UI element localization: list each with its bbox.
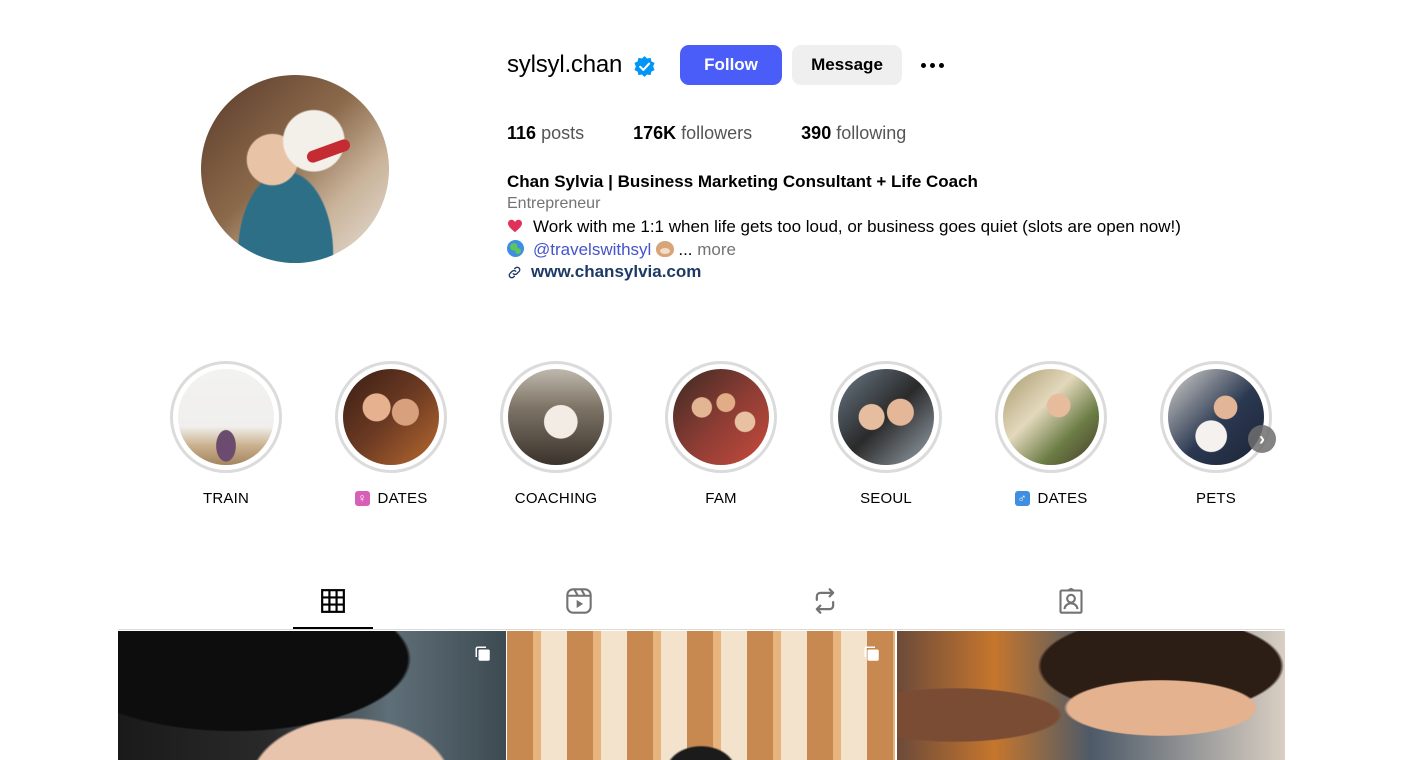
heart-emoji-icon bbox=[508, 219, 522, 233]
highlight-ring bbox=[665, 361, 777, 473]
highlight-cover bbox=[178, 369, 274, 465]
posts-count: 116 bbox=[507, 123, 537, 143]
highlight-seoul[interactable]: SEOUL bbox=[830, 361, 942, 507]
post-thumbnail[interactable] bbox=[507, 631, 895, 760]
bio-full-name: Chan Sylvia | Business Marketing Consult… bbox=[507, 172, 978, 191]
highlight-ring bbox=[500, 361, 612, 473]
post-thumbnail[interactable] bbox=[897, 631, 1285, 760]
bio-line: Work with me 1:1 when life gets too loud… bbox=[507, 217, 1181, 237]
highlight-label-text: TRAIN bbox=[203, 490, 249, 507]
highlight-ring bbox=[1160, 361, 1272, 473]
profile-username: sylsyl.chan bbox=[507, 51, 623, 78]
highlight-dates-male[interactable]: ♂ DATES bbox=[995, 361, 1107, 507]
tab-tagged[interactable] bbox=[1056, 586, 1086, 616]
highlight-label-text: DATES bbox=[377, 490, 428, 507]
highlight-label: FAM bbox=[665, 490, 777, 507]
highlight-cover bbox=[508, 369, 604, 465]
followers-stat[interactable]: 176K followers bbox=[633, 123, 752, 144]
bio-line-mention: @travelswithsyl... more bbox=[507, 240, 736, 260]
highlight-label-text: FAM bbox=[705, 490, 737, 507]
highlight-label: SEOUL bbox=[830, 490, 942, 507]
profile-stats: 116 posts 176K followers 390 following bbox=[507, 123, 955, 144]
highlight-cover bbox=[1168, 369, 1264, 465]
highlight-cover bbox=[343, 369, 439, 465]
bio-mention-link[interactable]: @travelswithsyl bbox=[533, 240, 651, 259]
highlight-cover bbox=[1003, 369, 1099, 465]
highlight-label-text: SEOUL bbox=[860, 490, 912, 507]
more-options-icon[interactable] bbox=[914, 52, 950, 78]
tabs-divider bbox=[118, 629, 1285, 630]
reposts-icon bbox=[815, 588, 835, 614]
highlight-ring bbox=[830, 361, 942, 473]
highlight-label: PETS bbox=[1160, 490, 1272, 507]
highlight-label: ♀ DATES bbox=[335, 490, 447, 507]
highlight-coaching[interactable]: COACHING bbox=[500, 361, 612, 507]
female-sign-icon: ♀ bbox=[354, 491, 370, 506]
highlight-cover bbox=[673, 369, 769, 465]
highlights-next-arrow-icon[interactable]: › bbox=[1248, 425, 1276, 453]
highlight-cover bbox=[838, 369, 934, 465]
followers-count: 176K bbox=[633, 123, 677, 143]
carousel-icon bbox=[864, 646, 879, 661]
highlight-fam[interactable]: FAM bbox=[665, 361, 777, 507]
tab-reposts[interactable] bbox=[810, 586, 840, 616]
male-sign-icon: ♂ bbox=[1014, 491, 1030, 506]
dot bbox=[929, 62, 935, 68]
highlight-dates-female[interactable]: ♀ DATES bbox=[335, 361, 447, 507]
highlight-label-text: PETS bbox=[1196, 490, 1236, 507]
bio-category: Entrepreneur bbox=[507, 195, 601, 212]
highlight-ring bbox=[335, 361, 447, 473]
dog-emoji-icon bbox=[656, 241, 675, 257]
globe-emoji-icon bbox=[507, 240, 524, 257]
post-thumbnail[interactable] bbox=[118, 631, 506, 760]
highlight-label-text: DATES bbox=[1037, 490, 1088, 507]
dot bbox=[938, 62, 944, 68]
tagged-icon bbox=[1059, 587, 1083, 614]
following-count: 390 bbox=[801, 123, 832, 143]
highlight-label: ♂ DATES bbox=[995, 490, 1107, 507]
tab-posts-grid[interactable] bbox=[318, 586, 348, 616]
reels-icon bbox=[566, 588, 592, 614]
posts-stat: 116 posts bbox=[507, 123, 584, 144]
followers-label: followers bbox=[681, 123, 753, 143]
bio-more-button[interactable]: more bbox=[697, 240, 736, 259]
tab-reels[interactable] bbox=[564, 586, 594, 616]
following-stat[interactable]: 390 following bbox=[801, 123, 906, 144]
highlight-label-text: COACHING bbox=[514, 490, 598, 507]
following-label: following bbox=[836, 123, 907, 143]
message-button[interactable]: Message bbox=[792, 45, 902, 85]
follow-button[interactable]: Follow bbox=[680, 45, 782, 85]
avatar-detail bbox=[305, 137, 352, 165]
posts-grid-icon bbox=[321, 589, 345, 613]
profile-page: sylsyl.chan Follow Message 116 posts 176… bbox=[0, 0, 1419, 760]
bio-website-link[interactable]: www.chansylvia.com bbox=[507, 262, 701, 282]
profile-avatar[interactable] bbox=[201, 75, 389, 263]
highlight-train[interactable]: TRAIN bbox=[170, 361, 282, 507]
carousel-icon bbox=[475, 646, 490, 661]
link-icon bbox=[508, 266, 521, 278]
highlight-label: COACHING bbox=[500, 490, 612, 507]
highlight-ring bbox=[170, 361, 282, 473]
bio-line-text: Work with me 1:1 when life gets too loud… bbox=[533, 217, 1181, 236]
verified-badge-icon bbox=[634, 56, 655, 77]
bio-ellipsis: ... bbox=[678, 240, 693, 259]
highlight-label: TRAIN bbox=[170, 490, 282, 507]
dot bbox=[920, 62, 926, 68]
website-url: www.chansylvia.com bbox=[531, 262, 702, 281]
posts-label: posts bbox=[541, 123, 585, 143]
highlight-ring bbox=[995, 361, 1107, 473]
